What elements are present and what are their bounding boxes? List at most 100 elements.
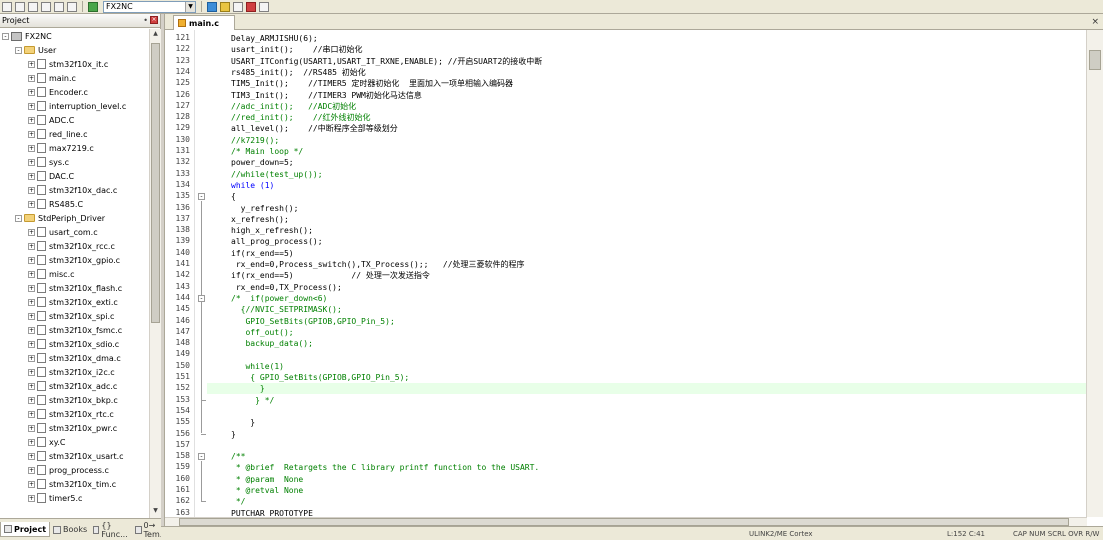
tree-file-item[interactable]: + stm32f10x_tim.c <box>28 477 116 491</box>
expand-icon[interactable]: + <box>28 452 35 460</box>
project-tab[interactable]: Books <box>50 522 90 537</box>
translate-icon[interactable] <box>2 1 12 12</box>
expand-icon[interactable]: + <box>28 410 35 418</box>
tree-file-item[interactable]: + stm32f10x_bkp.c <box>28 393 118 407</box>
expand-icon[interactable]: + <box>28 172 35 180</box>
batch-build-icon[interactable] <box>41 1 51 12</box>
tree-file-item[interactable]: + misc.c <box>28 267 75 281</box>
expand-icon[interactable]: + <box>28 312 35 320</box>
tab-main-c[interactable]: main.c <box>173 15 235 30</box>
expand-icon[interactable]: + <box>28 158 35 166</box>
project-tab[interactable]: {} Func... <box>90 521 132 539</box>
tree-file-item[interactable]: + stm32f10x_exti.c <box>28 295 118 309</box>
tree-file-item[interactable]: + stm32f10x_sdio.c <box>28 337 119 351</box>
project-items-icon[interactable] <box>233 1 243 12</box>
tree-file-item[interactable]: + stm32f10x_i2c.c <box>28 365 115 379</box>
pin-icon[interactable]: • <box>143 16 148 25</box>
expand-icon[interactable]: + <box>28 228 35 236</box>
code-area[interactable]: Delay_ARMJISHU(6); usart_init(); //串口初始化 U… <box>207 30 1087 517</box>
tree-file-item[interactable]: + stm32f10x_gpio.c <box>28 253 120 267</box>
tree-file-item[interactable]: + Encoder.c <box>28 85 88 99</box>
close-icon[interactable]: × <box>150 16 158 24</box>
expand-icon[interactable]: + <box>28 368 35 376</box>
expand-icon[interactable]: + <box>28 438 35 446</box>
tree-file-item[interactable]: + stm32f10x_rtc.c <box>28 407 114 421</box>
expand-icon[interactable]: + <box>28 88 35 96</box>
expand-icon[interactable]: + <box>28 354 35 362</box>
tree-file-item[interactable]: + stm32f10x_rcc.c <box>28 239 115 253</box>
expand-icon[interactable]: + <box>28 466 35 474</box>
project-tab[interactable]: Project <box>0 522 51 537</box>
expand-icon[interactable]: + <box>28 396 35 404</box>
stop-build-icon[interactable] <box>54 1 64 12</box>
expand-icon[interactable]: + <box>28 102 35 110</box>
expand-icon[interactable]: + <box>28 494 35 502</box>
tree-project-item[interactable]: - FX2NC <box>2 29 52 43</box>
editor-vertical-scrollbar-thumb[interactable] <box>1089 50 1101 70</box>
expand-icon[interactable]: + <box>28 256 35 264</box>
tree-file-item[interactable]: + red_line.c <box>28 127 88 141</box>
expand-icon[interactable]: + <box>28 284 35 292</box>
expand-icon[interactable]: + <box>28 116 35 124</box>
tree-file-item[interactable]: + stm32f10x_pwr.c <box>28 421 117 435</box>
collapse-icon[interactable]: - <box>15 214 22 222</box>
tree-file-item[interactable]: + max7219.c <box>28 141 94 155</box>
tree-file-item[interactable]: + interruption_level.c <box>28 99 126 113</box>
tree-file-item[interactable]: + stm32f10x_dac.c <box>28 183 117 197</box>
collapse-icon[interactable]: - <box>2 32 9 40</box>
collapse-icon[interactable]: - <box>15 46 22 54</box>
expand-icon[interactable]: + <box>28 200 35 208</box>
file-extensions-icon[interactable] <box>220 1 230 12</box>
expand-icon[interactable]: + <box>28 242 35 250</box>
close-icon[interactable]: × <box>1091 17 1099 27</box>
settings-icon[interactable] <box>259 1 269 12</box>
expand-icon[interactable]: + <box>28 326 35 334</box>
tree-file-item[interactable]: + timer5.c <box>28 491 82 505</box>
editor-horizontal-scrollbar-thumb[interactable] <box>179 518 1069 526</box>
expand-icon[interactable]: + <box>28 298 35 306</box>
scroll-up-icon[interactable]: ▲ <box>151 30 160 40</box>
target-select[interactable]: FX2NC ▼ <box>103 0 196 13</box>
target-options-icon[interactable] <box>88 1 98 12</box>
editor-horizontal-scrollbar[interactable] <box>165 517 1087 526</box>
tree-file-item[interactable]: + sys.c <box>28 155 69 169</box>
expand-icon[interactable]: + <box>28 270 35 278</box>
manage-components-icon[interactable] <box>207 1 217 12</box>
download-icon[interactable] <box>67 1 77 12</box>
tree-file-item[interactable]: + stm32f10x_usart.c <box>28 449 124 463</box>
tree-file-item[interactable]: + stm32f10x_spi.c <box>28 309 114 323</box>
tree-file-item[interactable]: + ADC.C <box>28 113 74 127</box>
expand-icon[interactable]: + <box>28 382 35 390</box>
expand-icon[interactable]: + <box>28 186 35 194</box>
tree-file-item[interactable]: + xy.C <box>28 435 65 449</box>
expand-icon[interactable]: + <box>28 480 35 488</box>
tree-scrollbar[interactable]: ▲ ▼ <box>149 29 161 518</box>
build-icon[interactable] <box>15 1 25 12</box>
fold-toggle-icon[interactable]: - <box>198 193 205 201</box>
expand-icon[interactable]: + <box>28 60 35 68</box>
expand-icon[interactable]: + <box>28 74 35 82</box>
tree-file-item[interactable]: + usart_com.c <box>28 225 98 239</box>
chevron-down-icon[interactable]: ▼ <box>185 1 195 12</box>
editor-vertical-scrollbar[interactable] <box>1086 30 1103 517</box>
tree-file-item[interactable]: + stm32f10x_fsmc.c <box>28 323 122 337</box>
expand-icon[interactable]: + <box>28 130 35 138</box>
tree-folder-item[interactable]: - StdPeriph_Driver <box>15 211 105 225</box>
expand-icon[interactable]: + <box>28 340 35 348</box>
tree-file-item[interactable]: + DAC.C <box>28 169 74 183</box>
tree-scrollbar-thumb[interactable] <box>151 43 160 323</box>
select-packs-icon[interactable] <box>246 1 256 12</box>
expand-icon[interactable]: + <box>28 144 35 152</box>
tree-file-item[interactable]: + stm32f10x_adc.c <box>28 379 117 393</box>
fold-toggle-icon[interactable]: - <box>198 294 205 302</box>
fold-toggle-icon[interactable]: - <box>198 453 205 461</box>
tree-file-item[interactable]: + prog_process.c <box>28 463 109 477</box>
tree-file-item[interactable]: + stm32f10x_it.c <box>28 57 108 71</box>
tree-file-item[interactable]: + main.c <box>28 71 76 85</box>
rebuild-icon[interactable] <box>28 1 38 12</box>
tree-file-item[interactable]: + stm32f10x_flash.c <box>28 281 122 295</box>
tree-folder-item[interactable]: - User <box>15 43 56 57</box>
expand-icon[interactable]: + <box>28 424 35 432</box>
scroll-down-icon[interactable]: ▼ <box>151 507 160 517</box>
tree-file-item[interactable]: + stm32f10x_dma.c <box>28 351 121 365</box>
